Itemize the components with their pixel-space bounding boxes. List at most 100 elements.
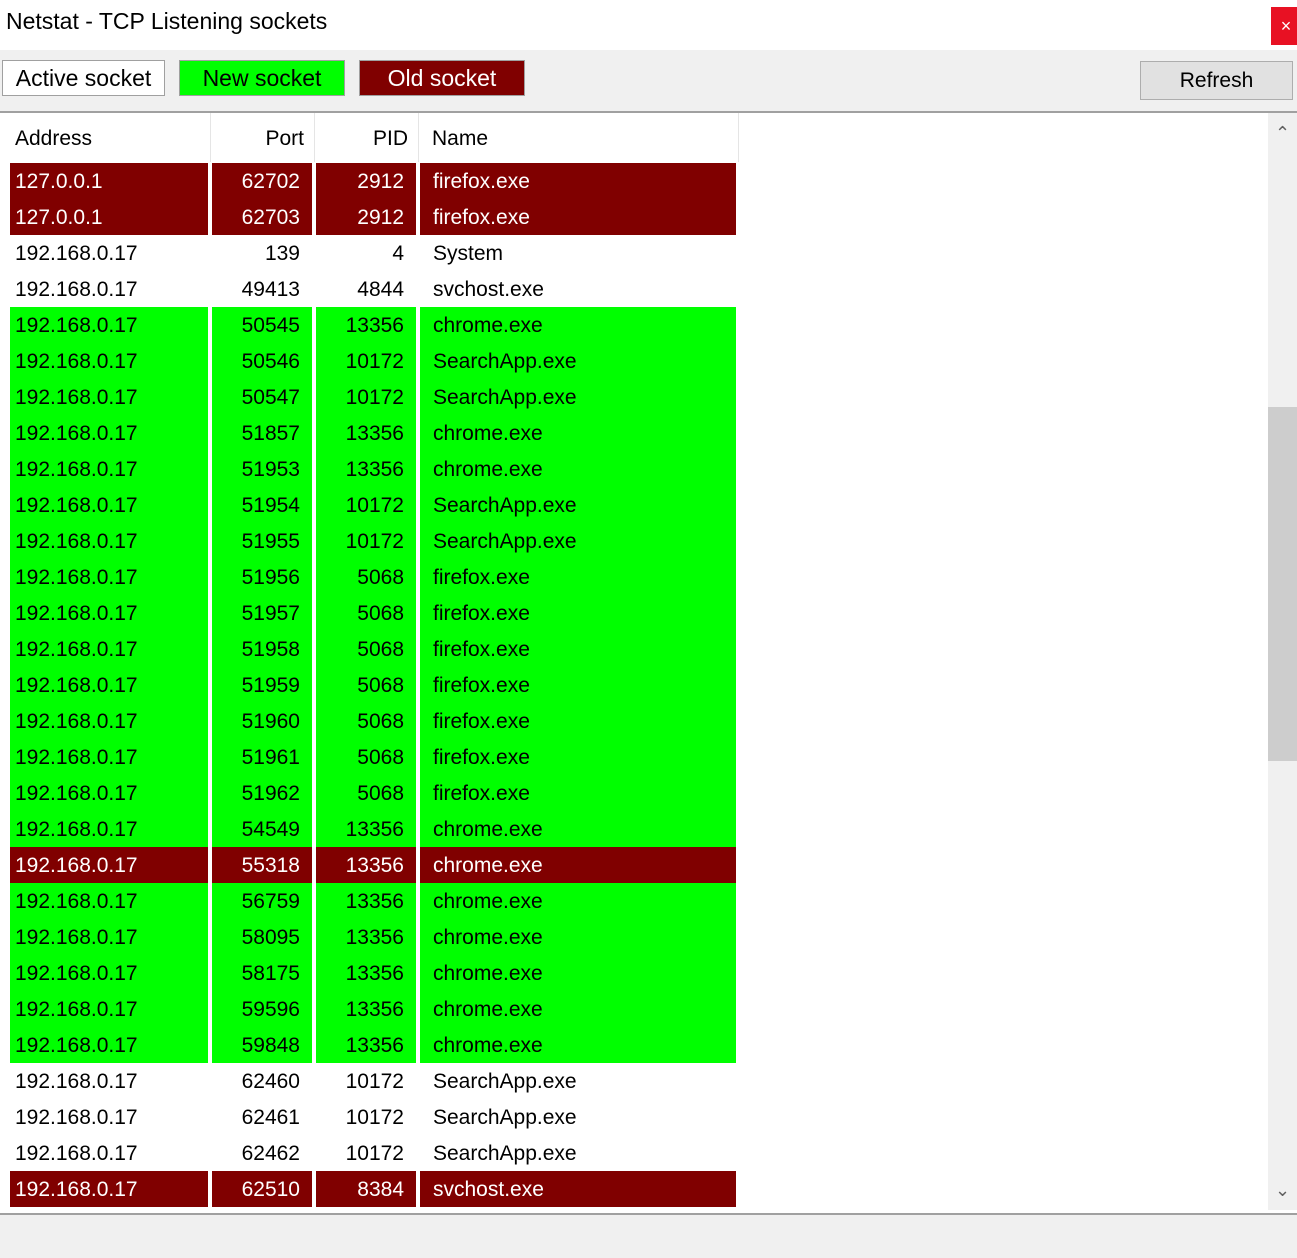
cell-name: svchost.exe <box>420 1171 736 1207</box>
cell-pid: 13356 <box>316 811 416 847</box>
cell-port: 51957 <box>212 595 312 631</box>
close-icon: × <box>1280 16 1292 36</box>
table-row[interactable]: 192.168.0.17 50546 10172 SearchApp.exe <box>0 343 737 379</box>
cell-name: firefox.exe <box>420 775 736 811</box>
vertical-scrollbar[interactable]: ⌃ ⌄ <box>1268 113 1297 1210</box>
cell-port: 51962 <box>212 775 312 811</box>
table-row[interactable]: 192.168.0.17 51954 10172 SearchApp.exe <box>0 487 737 523</box>
cell-name: firefox.exe <box>420 667 736 703</box>
table-row[interactable]: 192.168.0.17 54549 13356 chrome.exe <box>0 811 737 847</box>
column-header-pid[interactable]: PID <box>315 113 419 162</box>
cell-name: SearchApp.exe <box>420 487 736 523</box>
cell-port: 49413 <box>212 271 312 307</box>
cell-pid: 10172 <box>316 487 416 523</box>
table-row[interactable]: 192.168.0.17 51959 5068 firefox.exe <box>0 667 737 703</box>
cell-name: chrome.exe <box>420 307 736 343</box>
cell-port: 62510 <box>212 1171 312 1207</box>
cell-port: 55318 <box>212 847 312 883</box>
cell-port: 58175 <box>212 955 312 991</box>
socket-list[interactable]: Address Port PID Name 127.0.0.1 62702 2912… <box>0 113 1268 1210</box>
table-row[interactable]: 192.168.0.17 50547 10172 SearchApp.exe <box>0 379 737 415</box>
table-row[interactable]: 192.168.0.17 139 4 System <box>0 235 737 271</box>
table-row[interactable]: 127.0.0.1 62703 2912 firefox.exe <box>0 199 737 235</box>
scroll-thumb[interactable] <box>1268 407 1297 761</box>
cell-name: firefox.exe <box>420 559 736 595</box>
table-row[interactable]: 127.0.0.1 62702 2912 firefox.exe <box>0 163 737 199</box>
cell-port: 62461 <box>212 1099 312 1135</box>
column-header-port[interactable]: Port <box>211 113 315 162</box>
cell-name: chrome.exe <box>420 955 736 991</box>
cell-pid: 13356 <box>316 991 416 1027</box>
cell-pid: 10172 <box>316 343 416 379</box>
cell-name: firefox.exe <box>420 703 736 739</box>
cell-pid: 4844 <box>316 271 416 307</box>
cell-port: 56759 <box>212 883 312 919</box>
table-row[interactable]: 192.168.0.17 58175 13356 chrome.exe <box>0 955 737 991</box>
table-row[interactable]: 192.168.0.17 59848 13356 chrome.exe <box>0 1027 737 1063</box>
cell-port: 54549 <box>212 811 312 847</box>
cell-name: firefox.exe <box>420 739 736 775</box>
column-header-address[interactable]: Address <box>0 113 211 162</box>
cell-address: 192.168.0.17 <box>10 271 208 307</box>
cell-pid: 13356 <box>316 1027 416 1063</box>
table-row[interactable]: 192.168.0.17 56759 13356 chrome.exe <box>0 883 737 919</box>
cell-pid: 2912 <box>316 199 416 235</box>
cell-port: 51955 <box>212 523 312 559</box>
cell-port: 62462 <box>212 1135 312 1171</box>
cell-port: 51956 <box>212 559 312 595</box>
cell-port: 59596 <box>212 991 312 1027</box>
cell-port: 58095 <box>212 919 312 955</box>
cell-name: SearchApp.exe <box>420 1135 736 1171</box>
table-row[interactable]: 192.168.0.17 62461 10172 SearchApp.exe <box>0 1099 737 1135</box>
table-row[interactable]: 192.168.0.17 51857 13356 chrome.exe <box>0 415 737 451</box>
table-row[interactable]: 192.168.0.17 58095 13356 chrome.exe <box>0 919 737 955</box>
cell-name: SearchApp.exe <box>420 1099 736 1135</box>
chevron-up-icon[interactable]: ⌃ <box>1268 113 1297 153</box>
cell-name: chrome.exe <box>420 847 736 883</box>
cell-address: 127.0.0.1 <box>10 163 208 199</box>
cell-pid: 10172 <box>316 379 416 415</box>
table-row[interactable]: 192.168.0.17 51961 5068 firefox.exe <box>0 739 737 775</box>
table-row[interactable]: 192.168.0.17 62462 10172 SearchApp.exe <box>0 1135 737 1171</box>
cell-port: 51954 <box>212 487 312 523</box>
table-row[interactable]: 192.168.0.17 51962 5068 firefox.exe <box>0 775 737 811</box>
close-button[interactable]: × <box>1271 7 1297 45</box>
table-row[interactable]: 192.168.0.17 51956 5068 firefox.exe <box>0 559 737 595</box>
table-row[interactable]: 192.168.0.17 62460 10172 SearchApp.exe <box>0 1063 737 1099</box>
cell-pid: 5068 <box>316 775 416 811</box>
cell-name: firefox.exe <box>420 631 736 667</box>
refresh-button[interactable]: Refresh <box>1140 61 1293 100</box>
column-header-name[interactable]: Name <box>419 113 739 162</box>
legend-new-socket: New socket <box>179 60 345 96</box>
cell-port: 50547 <box>212 379 312 415</box>
cell-pid: 10172 <box>316 1135 416 1171</box>
cell-name: svchost.exe <box>420 271 736 307</box>
table-row[interactable]: 192.168.0.17 51953 13356 chrome.exe <box>0 451 737 487</box>
table-row[interactable]: 192.168.0.17 50545 13356 chrome.exe <box>0 307 737 343</box>
cell-address: 192.168.0.17 <box>10 559 208 595</box>
cell-address: 192.168.0.17 <box>10 883 208 919</box>
cell-port: 51953 <box>212 451 312 487</box>
cell-address: 192.168.0.17 <box>10 1027 208 1063</box>
table-row[interactable]: 192.168.0.17 51960 5068 firefox.exe <box>0 703 737 739</box>
cell-pid: 13356 <box>316 415 416 451</box>
table-row[interactable]: 192.168.0.17 59596 13356 chrome.exe <box>0 991 737 1027</box>
cell-name: chrome.exe <box>420 1027 736 1063</box>
cell-address: 192.168.0.17 <box>10 991 208 1027</box>
cell-pid: 5068 <box>316 667 416 703</box>
cell-name: SearchApp.exe <box>420 343 736 379</box>
table-row[interactable]: 192.168.0.17 51958 5068 firefox.exe <box>0 631 737 667</box>
cell-port: 51960 <box>212 703 312 739</box>
chevron-down-icon[interactable]: ⌄ <box>1268 1170 1297 1210</box>
cell-address: 192.168.0.17 <box>10 235 208 271</box>
cell-address: 192.168.0.17 <box>10 631 208 667</box>
cell-address: 192.168.0.17 <box>10 415 208 451</box>
cell-address: 192.168.0.17 <box>10 1063 208 1099</box>
table-row[interactable]: 192.168.0.17 51955 10172 SearchApp.exe <box>0 523 737 559</box>
table-row[interactable]: 192.168.0.17 62510 8384 svchost.exe <box>0 1171 737 1207</box>
table-row[interactable]: 192.168.0.17 49413 4844 svchost.exe <box>0 271 737 307</box>
table-row[interactable]: 192.168.0.17 55318 13356 chrome.exe <box>0 847 737 883</box>
table-row[interactable]: 192.168.0.17 51957 5068 firefox.exe <box>0 595 737 631</box>
cell-name: chrome.exe <box>420 919 736 955</box>
cell-name: chrome.exe <box>420 811 736 847</box>
